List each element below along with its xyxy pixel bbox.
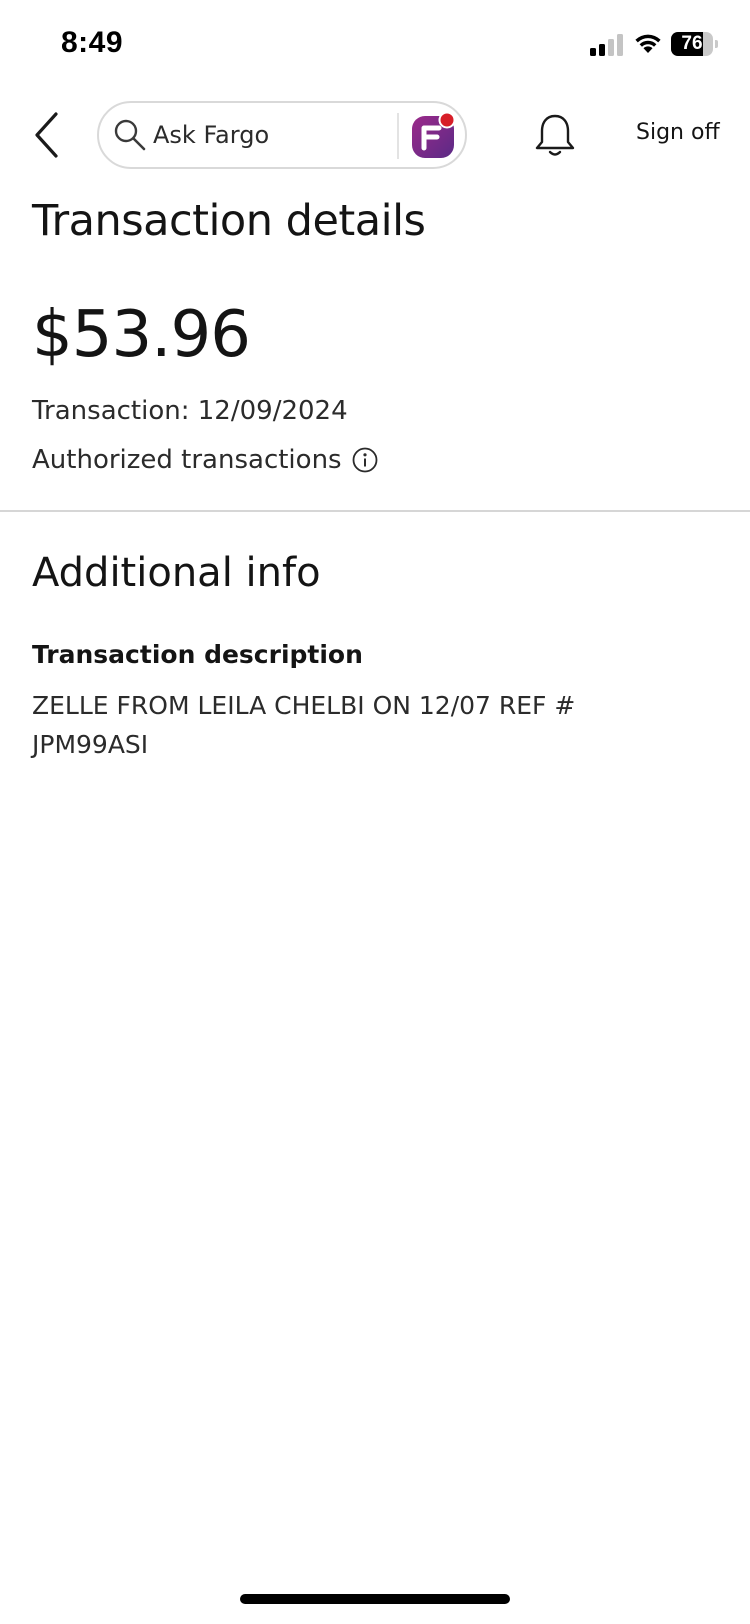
info-icon[interactable] xyxy=(352,447,378,473)
battery-icon: 76 xyxy=(671,32,719,56)
additional-info-title: Additional info xyxy=(32,550,321,596)
sign-off-link[interactable]: Sign off xyxy=(636,120,720,145)
transaction-description-label: Transaction description xyxy=(32,640,363,669)
bell-icon xyxy=(535,114,575,156)
search-divider xyxy=(397,113,399,159)
chevron-left-icon xyxy=(35,112,58,158)
section-divider xyxy=(0,510,750,512)
authorized-transactions-label: Authorized transactions xyxy=(32,445,342,475)
signal-icon xyxy=(590,34,623,56)
page-title: Transaction details xyxy=(32,196,426,246)
wifi-icon xyxy=(635,34,661,53)
transaction-description-value: ZELLE FROM LEILA CHELBI ON 12/07 REF # J… xyxy=(32,691,576,759)
authorized-transactions-info[interactable]: Authorized transactions xyxy=(32,443,378,477)
search-icon xyxy=(114,119,146,151)
home-indicator xyxy=(240,1594,510,1604)
back-button[interactable] xyxy=(26,108,72,162)
battery-level: 76 xyxy=(681,33,703,54)
ask-fargo-input[interactable] xyxy=(153,117,373,153)
transaction-date: Transaction: 12/09/2024 xyxy=(32,396,348,426)
notifications-button[interactable] xyxy=(533,112,577,160)
fargo-chat-button[interactable] xyxy=(409,111,459,161)
ask-fargo-search-box[interactable] xyxy=(97,101,467,169)
fargo-chat-icon xyxy=(412,111,456,158)
transaction-amount: $53.96 xyxy=(32,298,251,372)
status-time: 8:49 xyxy=(61,26,124,59)
top-nav: Sign off xyxy=(0,96,750,176)
status-bar: 8:49 76 xyxy=(0,0,750,90)
